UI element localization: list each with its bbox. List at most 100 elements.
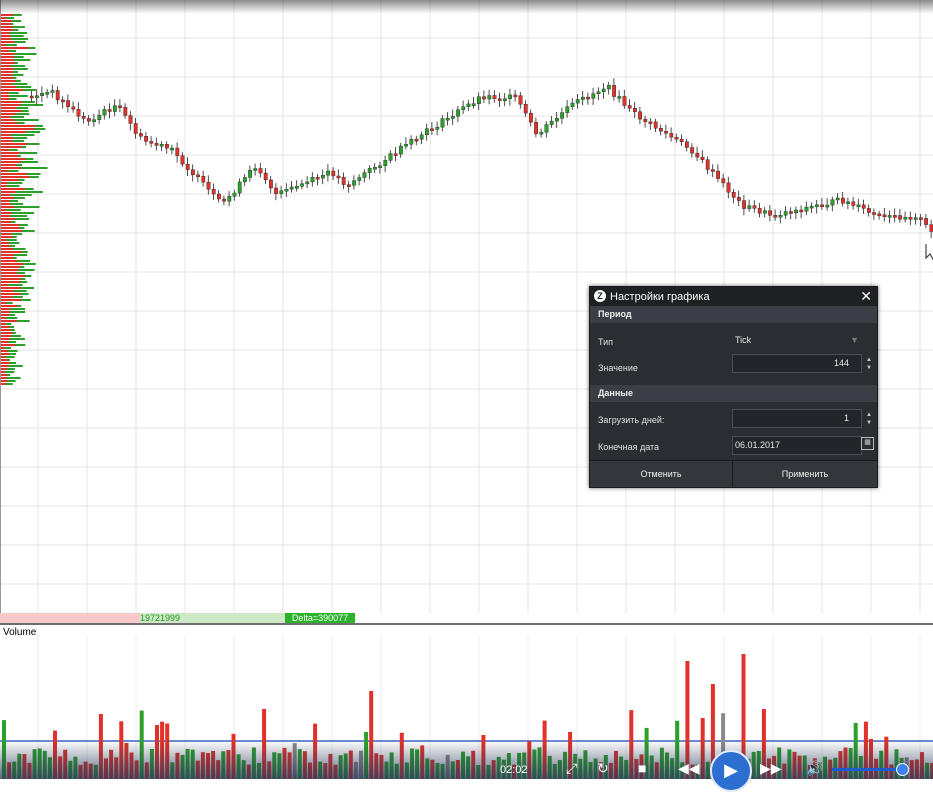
profile-bar: [1, 353, 10, 355]
stop-icon[interactable]: ■: [638, 760, 646, 776]
cancel-button[interactable]: Отменить: [590, 461, 733, 487]
candle: [685, 141, 689, 148]
candle: [861, 204, 866, 209]
type-select[interactable]: Tick ▼: [732, 331, 862, 350]
profile-bar: [1, 98, 9, 100]
candle: [893, 215, 897, 218]
type-value: Tick: [735, 335, 752, 345]
end-date-input[interactable]: 06.01.2017: [732, 436, 862, 455]
candle: [357, 177, 362, 181]
candle: [804, 206, 809, 212]
candle: [258, 168, 263, 174]
candle: [201, 175, 206, 183]
days-value: 1: [843, 413, 849, 423]
profile-bar: [1, 188, 25, 190]
profile-bar: [1, 308, 10, 310]
candle: [643, 118, 648, 122]
candle: [269, 179, 273, 189]
candle: [440, 118, 445, 128]
profile-bar: [1, 179, 19, 181]
dialog-titlebar[interactable]: Z Настройки графика ✕: [590, 287, 877, 306]
candle: [570, 102, 575, 107]
profile-bar: [1, 248, 13, 250]
apply-button[interactable]: Применить: [733, 461, 877, 487]
candle: [175, 147, 180, 156]
spin-up-icon[interactable]: ▲: [864, 356, 874, 364]
rewind-icon[interactable]: ◀◀: [678, 760, 700, 777]
profile-bar: [1, 251, 22, 253]
candle: [378, 165, 382, 168]
spin-down-icon[interactable]: ▼: [864, 364, 874, 372]
repeat-icon[interactable]: ↻: [597, 760, 609, 777]
profile-bar: [1, 89, 23, 91]
candle: [435, 126, 440, 130]
value-input[interactable]: 144: [732, 354, 862, 373]
profile-bar: [1, 230, 23, 232]
profile-bar: [1, 209, 7, 211]
profile-bar: [1, 47, 29, 49]
candle: [393, 153, 398, 156]
candle: [763, 210, 767, 214]
candle: [627, 105, 632, 109]
candle: [773, 215, 778, 218]
candle: [347, 184, 351, 187]
days-input[interactable]: 1: [732, 409, 862, 428]
volume-slider-handle[interactable]: [896, 763, 909, 776]
profile-bar: [1, 338, 10, 340]
value-spinner[interactable]: ▲ ▼: [864, 356, 874, 372]
close-icon[interactable]: ✕: [860, 288, 872, 305]
profile-bar: [1, 113, 16, 115]
profile-bar: [1, 275, 25, 277]
candle: [778, 215, 783, 218]
volume-slider[interactable]: [832, 768, 904, 771]
candle: [295, 186, 299, 189]
profile-bar: [1, 170, 8, 172]
profile-bar: [1, 191, 16, 193]
mouse-cursor-icon: [925, 244, 933, 261]
chart-settings-dialog: Z Настройки графика ✕ Период Тип Tick ▼ …: [589, 286, 878, 488]
candle: [513, 94, 518, 98]
candle: [76, 108, 81, 117]
candle: [211, 189, 216, 195]
candle: [482, 96, 486, 100]
candle: [690, 147, 695, 154]
candle: [336, 175, 341, 179]
candle: [461, 106, 466, 110]
profile-bar: [1, 356, 5, 358]
fullscreen-icon[interactable]: ⤢: [566, 760, 577, 777]
candle: [425, 128, 429, 136]
profile-bar: [1, 374, 8, 376]
calendar-icon[interactable]: ▦: [861, 437, 874, 450]
profile-bar: [1, 239, 6, 241]
candle: [508, 94, 512, 100]
profile-bar: [1, 59, 14, 61]
profile-bar: [1, 263, 24, 265]
spin-up-icon[interactable]: ▲: [864, 411, 874, 419]
candle: [97, 114, 102, 120]
spin-down-icon[interactable]: ▼: [864, 419, 874, 427]
candle: [737, 197, 741, 201]
candle: [523, 104, 528, 114]
dropdown-arrow-icon[interactable]: ▼: [850, 332, 859, 349]
profile-bar: [1, 347, 5, 349]
candle: [929, 224, 933, 232]
candle: [107, 109, 112, 112]
candle: [924, 218, 929, 225]
candle: [66, 100, 71, 107]
volume-icon[interactable]: 🔊: [806, 760, 823, 777]
profile-bar: [1, 278, 21, 280]
candle: [856, 204, 861, 208]
candle: [820, 204, 825, 207]
days-spinner[interactable]: ▲ ▼: [864, 411, 874, 427]
play-icon[interactable]: ▶: [710, 750, 752, 792]
logo-icon: Z: [594, 290, 606, 302]
candle: [29, 95, 34, 99]
profile-bar: [1, 65, 11, 67]
profile-bar: [1, 266, 20, 268]
candle: [71, 106, 76, 110]
candle: [825, 204, 830, 208]
fast-forward-icon[interactable]: ▶▶: [760, 760, 782, 777]
candle: [612, 85, 617, 97]
candle: [809, 205, 814, 209]
profile-bar: [1, 116, 11, 118]
